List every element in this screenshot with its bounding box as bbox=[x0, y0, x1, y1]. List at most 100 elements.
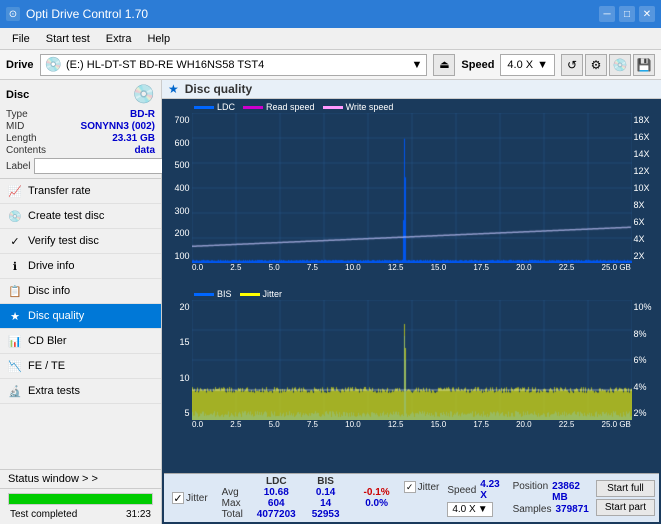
menu-start-test[interactable]: Start test bbox=[38, 31, 98, 47]
y-bot-20: 20 bbox=[179, 302, 189, 312]
col-header-ldc: LDC bbox=[249, 476, 304, 487]
nav-item-drive-info[interactable]: ℹ Drive info bbox=[0, 254, 161, 279]
x-bot-250: 25.0 GB bbox=[602, 420, 631, 429]
sidebar: Disc 💿 Type BD-R MID SONYNN3 (002) Lengt… bbox=[0, 80, 162, 524]
fe-te-icon: 📉 bbox=[8, 359, 22, 373]
menu-help[interactable]: Help bbox=[139, 31, 178, 47]
drive-dropdown-arrow[interactable]: ▼ bbox=[412, 59, 423, 71]
x-top-150: 15.0 bbox=[431, 263, 447, 272]
y-top-100: 100 bbox=[174, 251, 189, 261]
y-right-4x: 4X bbox=[634, 234, 645, 244]
total-ldc: 4077203 bbox=[249, 509, 304, 520]
toolbar-disc-button[interactable]: 💿 bbox=[609, 54, 631, 76]
x-bot-200: 20.0 bbox=[516, 420, 532, 429]
jitter-check-box[interactable]: ✓ bbox=[404, 481, 416, 493]
nav-item-create-test-disc[interactable]: 💿 Create test disc bbox=[0, 204, 161, 229]
x-top-225: 22.5 bbox=[559, 263, 575, 272]
maximize-button[interactable]: □ bbox=[619, 6, 635, 22]
nav-item-cd-bler[interactable]: 📊 CD Bler bbox=[0, 329, 161, 354]
max-bis: 14 bbox=[304, 498, 348, 509]
drive-select[interactable]: 💿 (E:) HL-DT-ST BD-RE WH16NS58 TST4 ▼ bbox=[40, 54, 428, 76]
toolbar-refresh-button[interactable]: ↺ bbox=[561, 54, 583, 76]
nav-items: 📈 Transfer rate 💿 Create test disc ✓ Ver… bbox=[0, 179, 161, 469]
y-right-16x: 16X bbox=[634, 132, 650, 142]
disc-mid-label: MID bbox=[6, 121, 24, 132]
speed-dropdown-arrow[interactable]: ▼ bbox=[537, 59, 548, 71]
close-button[interactable]: ✕ bbox=[639, 6, 655, 22]
transfer-rate-icon: 📈 bbox=[8, 184, 22, 198]
y-right-4p: 4% bbox=[634, 382, 647, 392]
avg-ldc: 10.68 bbox=[249, 487, 304, 498]
start-full-button[interactable]: Start full bbox=[596, 480, 655, 497]
max-ldc: 604 bbox=[249, 498, 304, 509]
app-icon: ⊙ bbox=[6, 7, 20, 21]
drive-info-icon: ℹ bbox=[8, 259, 22, 273]
x-bot-150: 15.0 bbox=[431, 420, 447, 429]
nav-item-verify-test-disc[interactable]: ✓ Verify test disc bbox=[0, 229, 161, 254]
x-bot-175: 17.5 bbox=[473, 420, 489, 429]
col-header-bis: BIS bbox=[304, 476, 348, 487]
x-bot-50: 5.0 bbox=[269, 420, 280, 429]
top-chart-canvas bbox=[192, 113, 632, 263]
speed-select[interactable]: 4.0 X ▼ bbox=[500, 54, 555, 76]
samples-label: Samples bbox=[513, 504, 552, 515]
speed-value: 4.0 X bbox=[507, 59, 533, 71]
drive-eject-button[interactable]: ⏏ bbox=[433, 54, 455, 76]
y-bot-15: 15 bbox=[179, 337, 189, 347]
x-top-25: 2.5 bbox=[230, 263, 241, 272]
x-bot-75: 7.5 bbox=[307, 420, 318, 429]
y-right-12x: 12X bbox=[634, 166, 650, 176]
menu-file[interactable]: File bbox=[4, 31, 38, 47]
legend-write-speed: Write speed bbox=[323, 102, 394, 112]
y-right-10p: 10% bbox=[634, 302, 652, 312]
disc-mid-value: SONYNN3 (002) bbox=[81, 121, 155, 132]
nav-label-drive-info: Drive info bbox=[28, 260, 74, 272]
status-time: 31:23 bbox=[126, 509, 151, 520]
y-top-300: 300 bbox=[174, 206, 189, 216]
main-area: Disc 💿 Type BD-R MID SONYNN3 (002) Lengt… bbox=[0, 80, 661, 524]
disc-type-label: Type bbox=[6, 109, 28, 120]
nav-item-transfer-rate[interactable]: 📈 Transfer rate bbox=[0, 179, 161, 204]
y-right-14x: 14X bbox=[634, 149, 650, 159]
create-test-disc-icon: 💿 bbox=[8, 209, 22, 223]
disc-type-value: BD-R bbox=[130, 109, 155, 120]
ldc-color bbox=[194, 106, 214, 109]
y-right-8x: 8X bbox=[634, 200, 645, 210]
jitter-section: ✓ Jitter bbox=[404, 481, 440, 515]
speed-label: Speed bbox=[461, 59, 494, 71]
y-right-2x: 2X bbox=[634, 251, 645, 261]
nav-item-fe-te[interactable]: 📉 FE / TE bbox=[0, 354, 161, 379]
jitter-checkbox[interactable]: ✓ bbox=[172, 492, 184, 504]
jitter-color bbox=[240, 293, 260, 296]
nav-item-extra-tests[interactable]: 🔬 Extra tests bbox=[0, 379, 161, 404]
y-right-10x: 10X bbox=[634, 183, 650, 193]
disc-label-input[interactable] bbox=[34, 158, 168, 174]
nav-item-disc-info[interactable]: 📋 Disc info bbox=[0, 279, 161, 304]
y-top-500: 500 bbox=[174, 160, 189, 170]
status-window-button[interactable]: Status window > > bbox=[0, 470, 161, 489]
avg-jitter: -0.1% bbox=[356, 487, 398, 498]
x-top-75: 7.5 bbox=[307, 263, 318, 272]
extra-tests-icon: 🔬 bbox=[8, 384, 22, 398]
stats-table: LDC BIS Avg 10.68 0.14 -0.1% Max bbox=[216, 476, 398, 520]
nav-label-disc-quality: Disc quality bbox=[28, 310, 84, 322]
bis-color bbox=[194, 293, 214, 296]
nav-label-fe-te: FE / TE bbox=[28, 360, 65, 372]
toolbar-settings-button[interactable]: ⚙ bbox=[585, 54, 607, 76]
nav-label-extra-tests: Extra tests bbox=[28, 385, 80, 397]
nav-item-disc-quality[interactable]: ★ Disc quality bbox=[0, 304, 161, 329]
speed-select-box[interactable]: 4.0 X ▼ bbox=[447, 502, 492, 517]
nav-label-verify-test-disc: Verify test disc bbox=[28, 235, 99, 247]
menu-extra[interactable]: Extra bbox=[98, 31, 140, 47]
legend-jitter: Jitter bbox=[240, 289, 283, 299]
write-speed-color bbox=[323, 106, 343, 109]
minimize-button[interactable]: ─ bbox=[599, 6, 615, 22]
toolbar-save-button[interactable]: 💾 bbox=[633, 54, 655, 76]
verify-test-disc-icon: ✓ bbox=[8, 234, 22, 248]
nav-label-transfer-rate: Transfer rate bbox=[28, 185, 91, 197]
titlebar: ⊙ Opti Drive Control 1.70 ─ □ ✕ bbox=[0, 0, 661, 28]
y-top-700: 700 bbox=[174, 115, 189, 125]
y-right-2p: 2% bbox=[634, 408, 647, 418]
start-part-button[interactable]: Start part bbox=[596, 499, 655, 516]
speed-select-value: 4.0 X bbox=[452, 504, 475, 515]
